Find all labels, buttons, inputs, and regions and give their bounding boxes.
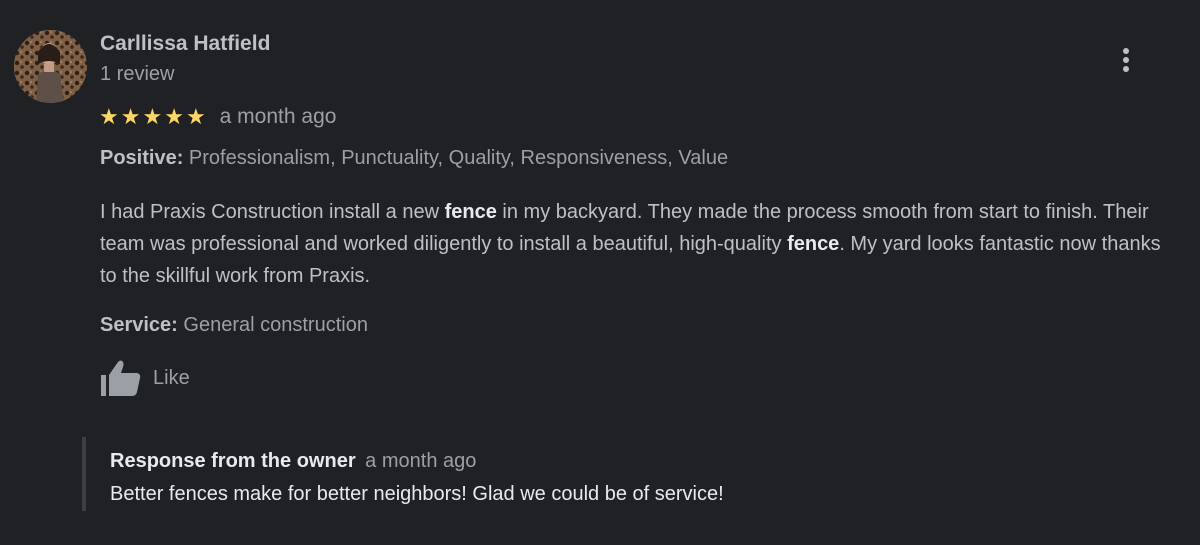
review-text-part: I had Praxis Construction install a new [100, 201, 445, 223]
service-info: Service: General construction [100, 314, 368, 337]
positive-value: Professionalism, Punctuality, Quality, R… [188, 147, 729, 169]
star-icon: ★ [142, 104, 163, 129]
star-icon: ★ [185, 104, 206, 129]
review-text: I had Praxis Construction install a new … [100, 196, 1180, 292]
review-keyword: fence [787, 233, 840, 255]
positive-label: Positive: [100, 147, 184, 169]
star-icon: ★ [120, 104, 141, 129]
star-icon: ★ [99, 104, 119, 129]
like-button[interactable]: Like [100, 358, 190, 398]
menu-dot [1123, 48, 1129, 54]
rating-row: ★ ★ ★ ★ ★ a month ago [99, 103, 336, 131]
review-date: a month ago [219, 105, 337, 128]
owner-response-title: Response from the owner [110, 450, 356, 472]
star-icon: ★ [164, 104, 184, 129]
service-value: General construction [183, 314, 368, 336]
review-count: 1 review [100, 63, 175, 85]
like-label: Like [153, 366, 190, 389]
star-rating: ★ ★ ★ ★ ★ [99, 106, 206, 128]
reviewer-name[interactable]: Carllissa Hatfield [100, 32, 270, 56]
thumbs-up-icon [101, 360, 141, 396]
review-card: Carllissa Hatfield 1 review ★ ★ ★ ★ ★ a mont… [0, 0, 1200, 545]
owner-response: Response from the owner a month ago Bett… [82, 437, 1162, 511]
owner-response-date: a month ago [365, 450, 477, 472]
reviewer-avatar[interactable] [14, 30, 87, 103]
avatar-image [14, 30, 87, 103]
review-keyword: fence [444, 201, 497, 223]
positive-attributes: Positive: Professionalism, Punctuality, … [100, 147, 728, 170]
menu-dot [1123, 66, 1129, 72]
owner-response-header: Response from the owner a month ago [110, 450, 476, 473]
menu-dot [1123, 57, 1129, 63]
more-options-button[interactable] [1112, 44, 1140, 76]
service-label: Service: [100, 314, 178, 336]
owner-response-text: Better fences make for better neighbors!… [110, 483, 724, 505]
